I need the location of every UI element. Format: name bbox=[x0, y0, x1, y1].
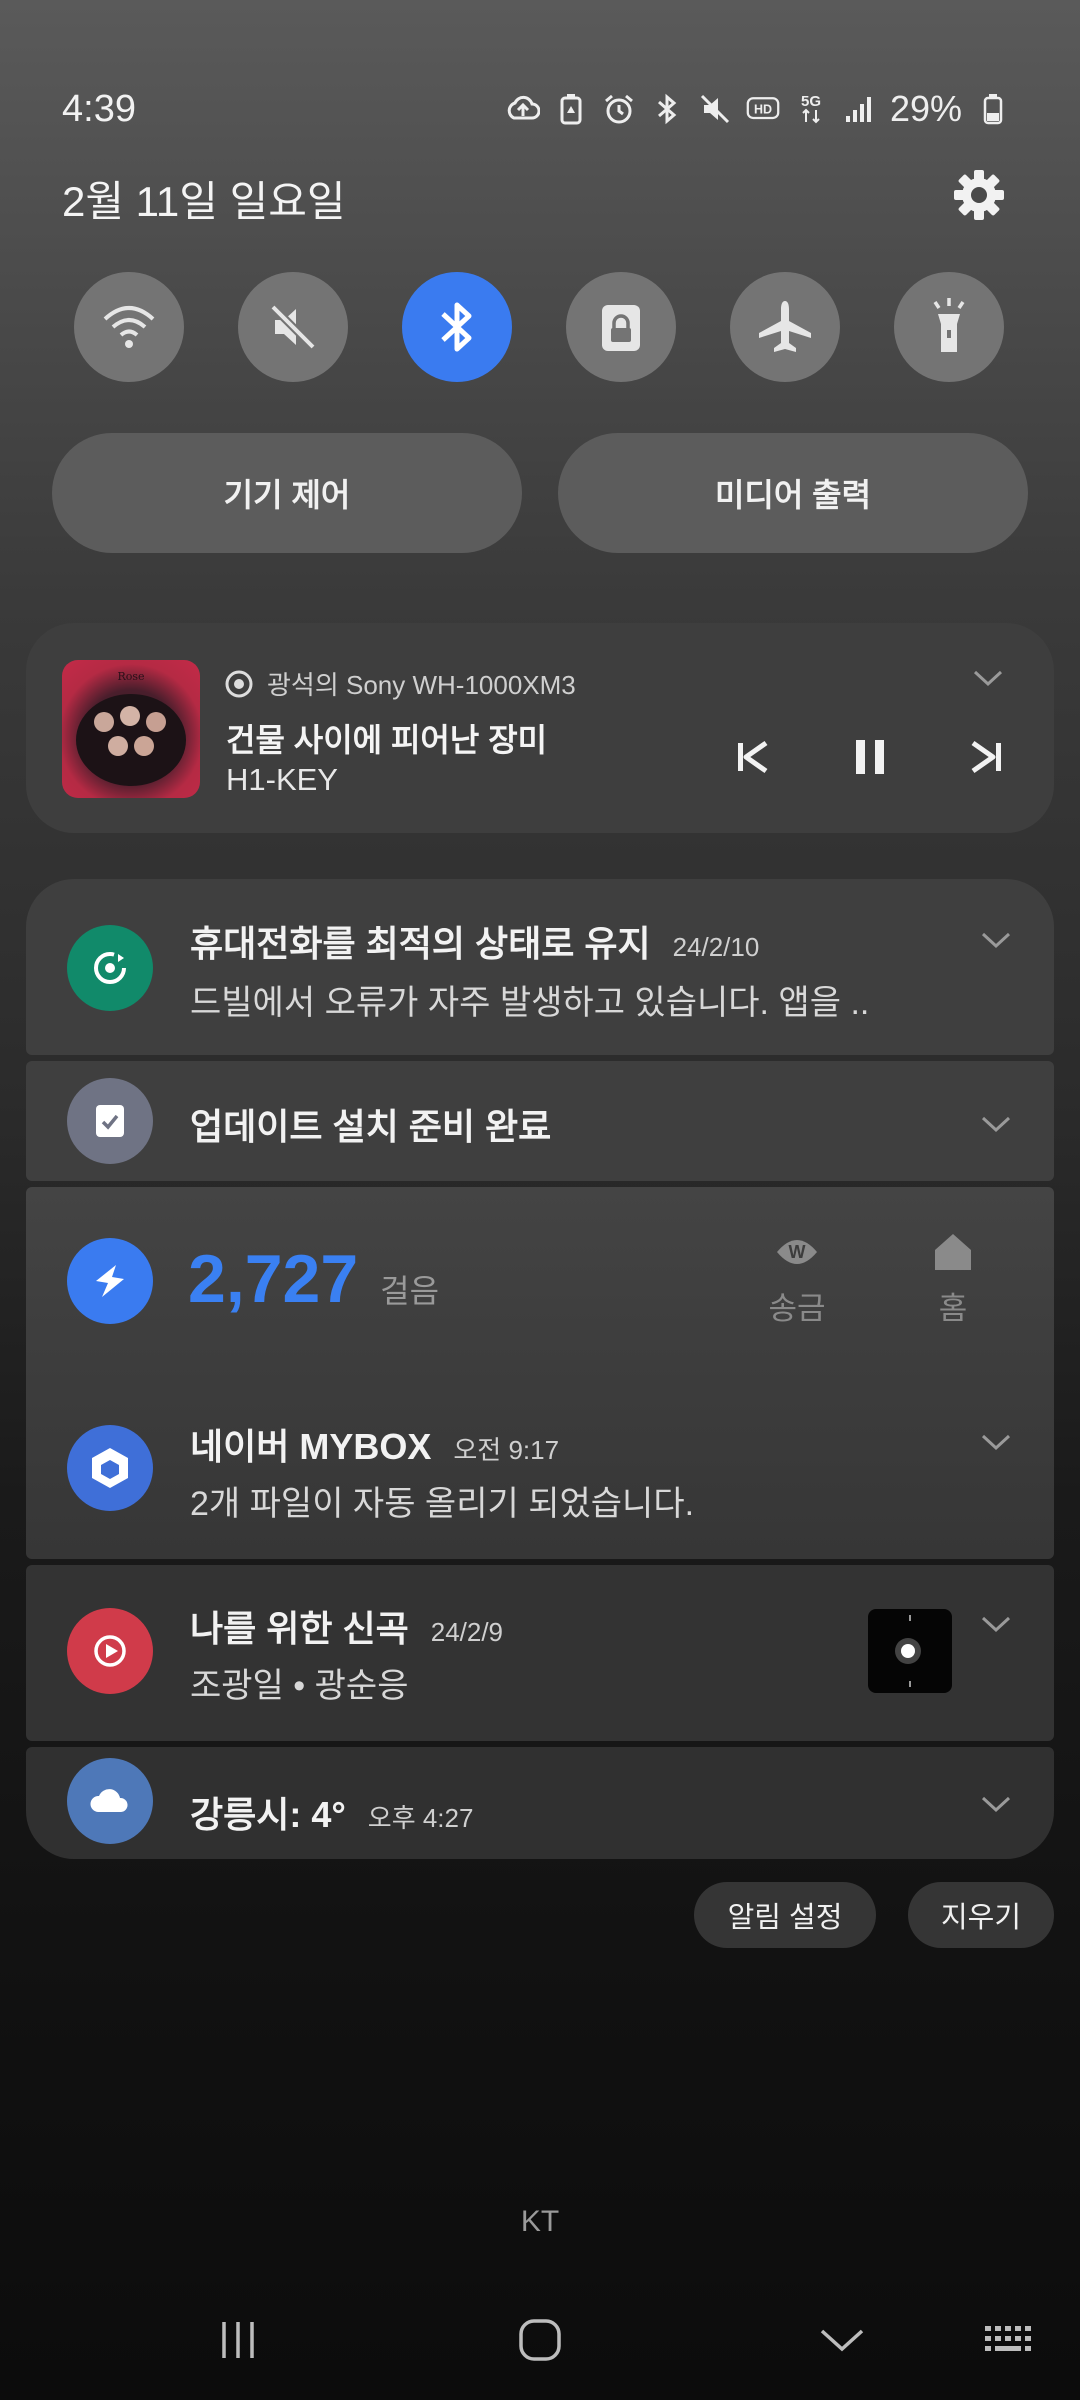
bluetooth-toggle[interactable] bbox=[402, 272, 512, 382]
media-title: 건물 사이에 피어난 장미 bbox=[226, 722, 548, 758]
notif-2-title: 업데이트 설치 준비 완료 bbox=[190, 1106, 552, 1147]
mute-icon bbox=[270, 304, 316, 350]
notif-5-title: 나를 위한 신곡 24/2/9 bbox=[190, 1600, 503, 1652]
secure-folder-toggle[interactable] bbox=[566, 272, 676, 382]
software-update-icon bbox=[67, 1078, 153, 1164]
notif-5-body: 조광일 • 광순응 bbox=[190, 1667, 409, 1705]
album-art[interactable]: Rose bbox=[62, 660, 200, 798]
settings-gear-icon[interactable] bbox=[950, 166, 1008, 224]
status-icons: HD 5G 29% bbox=[506, 88, 1010, 130]
lock-icon bbox=[602, 305, 640, 351]
hd-voice-icon: HD bbox=[746, 92, 780, 126]
battery-percent: 29% bbox=[889, 88, 962, 129]
signal-icon bbox=[842, 92, 876, 126]
airplane-toggle[interactable] bbox=[730, 272, 840, 382]
bluetooth-icon bbox=[441, 302, 472, 352]
steps-unit: 걸음 bbox=[380, 1273, 440, 1309]
battery-icon bbox=[976, 92, 1010, 126]
back-chevron-icon[interactable] bbox=[802, 2310, 882, 2370]
music-app-icon bbox=[67, 1608, 153, 1694]
notif-4-time: 오전 9:17 bbox=[453, 1435, 560, 1465]
mute-toggle[interactable] bbox=[238, 272, 348, 382]
home-label: 홈 bbox=[938, 1291, 968, 1326]
notif-1-expand-chevron-icon[interactable] bbox=[980, 930, 1012, 955]
device-care-icon bbox=[67, 925, 153, 1011]
battery-saver-icon bbox=[554, 92, 588, 126]
notif-5-date: 24/2/9 bbox=[430, 1617, 504, 1647]
notif-1-title: 휴대전화를 최적의 상태로 유지 24/2/10 bbox=[190, 915, 759, 967]
transfer-label: 송금 bbox=[768, 1291, 826, 1326]
naver-mybox-icon bbox=[67, 1425, 153, 1511]
status-time: 4:39 bbox=[62, 88, 136, 130]
clear-all-button[interactable]: 지우기 bbox=[908, 1882, 1054, 1948]
svg-text:HD: HD bbox=[754, 102, 772, 116]
notification-weather-card[interactable] bbox=[26, 1747, 1054, 1859]
notif-4-title-text: 네이버 MYBOX bbox=[190, 1426, 432, 1467]
notif-4-title: 네이버 MYBOX 오전 9:17 bbox=[190, 1418, 559, 1470]
play-circle-icon bbox=[225, 670, 253, 697]
notif-1-time: 24/2/10 bbox=[672, 932, 760, 962]
wifi-icon bbox=[103, 306, 155, 348]
notif-5-expand-chevron-icon[interactable] bbox=[980, 1614, 1012, 1639]
notif-6-time: 오후 4:27 bbox=[367, 1803, 474, 1833]
date-label: 2월 11일 일요일 bbox=[62, 178, 346, 225]
home-action[interactable]: 홈 bbox=[908, 1230, 998, 1328]
svg-text:W: W bbox=[789, 1242, 806, 1262]
bluetooth-icon bbox=[650, 92, 684, 126]
cloud-upload-icon bbox=[506, 92, 540, 126]
keyboard-icon[interactable] bbox=[970, 2310, 1050, 2370]
notif-5-title-text: 나를 위한 신곡 bbox=[190, 1608, 409, 1649]
notif-2-expand-chevron-icon[interactable] bbox=[980, 1114, 1012, 1139]
home-icon bbox=[935, 1234, 971, 1270]
notif-6-title: 강릉시: 4° 오후 4:27 bbox=[190, 1786, 473, 1838]
transfer-action[interactable]: W 송금 bbox=[752, 1230, 842, 1328]
notif-4-body: 2개 파일이 자동 올리기 되었습니다. bbox=[190, 1485, 695, 1523]
recent-apps-icon[interactable] bbox=[198, 2310, 278, 2370]
media-expand-chevron-icon[interactable] bbox=[972, 668, 1004, 693]
svg-text:5G: 5G bbox=[801, 93, 821, 110]
media-output-button[interactable]: 미디어 출력 bbox=[558, 433, 1028, 553]
notif-6-expand-chevron-icon[interactable] bbox=[980, 1794, 1012, 1819]
home-button-icon[interactable] bbox=[500, 2310, 580, 2370]
svg-text:Rose: Rose bbox=[117, 670, 144, 683]
notif-4-expand-chevron-icon[interactable] bbox=[980, 1432, 1012, 1457]
mute-icon bbox=[698, 92, 732, 126]
alarm-icon bbox=[602, 92, 636, 126]
carrier-label: KT bbox=[520, 2205, 560, 2238]
notification-settings-button[interactable]: 알림 설정 bbox=[694, 1882, 876, 1948]
steps-count: 2,727 bbox=[188, 1241, 359, 1317]
flashlight-toggle[interactable] bbox=[894, 272, 1004, 382]
song-thumbnail bbox=[868, 1609, 952, 1693]
transfer-w-icon: W bbox=[777, 1240, 817, 1264]
5g-icon: 5G bbox=[794, 92, 828, 126]
next-track-icon[interactable] bbox=[965, 735, 1009, 779]
notification-device-care[interactable] bbox=[26, 879, 1054, 1055]
weather-app-icon bbox=[67, 1758, 153, 1844]
airplane-icon bbox=[759, 301, 811, 352]
media-output-source[interactable]: 광석의 Sony WH-1000XM3 bbox=[225, 665, 576, 702]
media-source-label: 광석의 Sony WH-1000XM3 bbox=[267, 670, 576, 700]
device-control-button[interactable]: 기기 제어 bbox=[52, 433, 522, 553]
wifi-toggle[interactable] bbox=[74, 272, 184, 382]
previous-track-icon[interactable] bbox=[730, 735, 774, 779]
steps-counter: 2,727 걸음 bbox=[188, 1240, 439, 1318]
flashlight-icon bbox=[933, 298, 965, 352]
media-artist: H1-KEY bbox=[226, 762, 338, 797]
notif-1-title-text: 휴대전화를 최적의 상태로 유지 bbox=[190, 923, 651, 964]
notif-1-body: 드빌에서 오류가 자주 발생하고 있습니다. 앱을 .. bbox=[190, 984, 870, 1022]
notif-6-title-text: 강릉시: 4° bbox=[190, 1794, 346, 1835]
samsung-health-icon bbox=[67, 1238, 153, 1324]
pause-icon[interactable] bbox=[848, 735, 892, 779]
